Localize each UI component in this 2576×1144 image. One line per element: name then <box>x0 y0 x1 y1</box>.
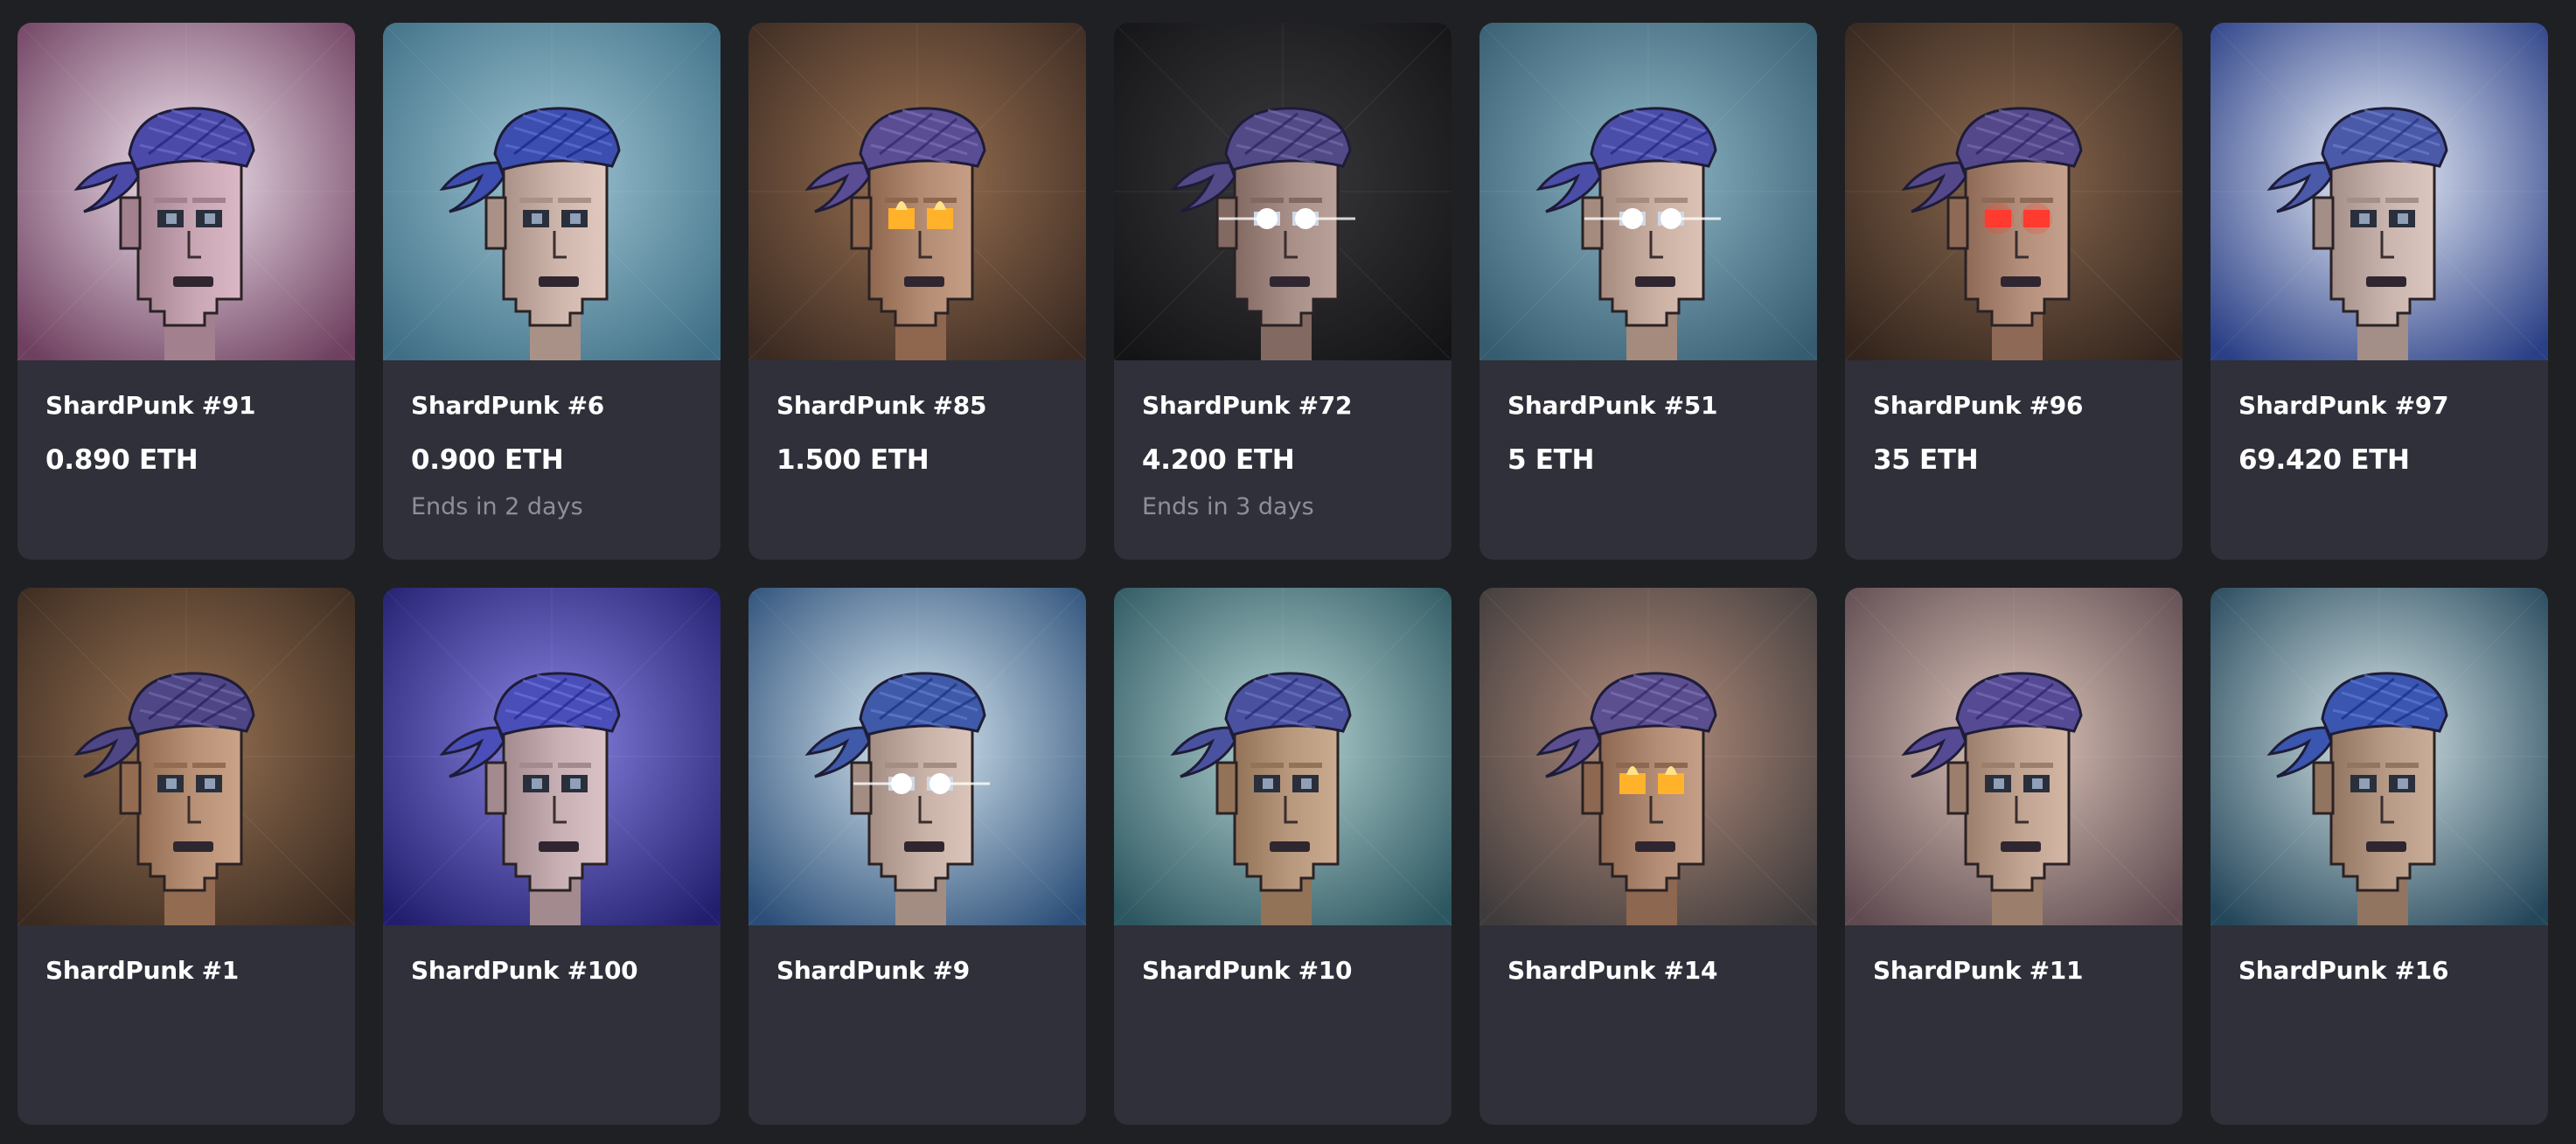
nft-name: ShardPunk #11 <box>1873 956 2084 985</box>
nft-card[interactable]: ShardPunk #51 5 ETH <box>1479 23 1817 560</box>
auction-ends: Ends in 2 days <box>411 493 583 520</box>
nft-card[interactable]: ShardPunk #6 0.900 ETH Ends in 2 days <box>383 23 721 560</box>
nft-price: 0.890 ETH <box>45 444 198 476</box>
nft-card[interactable]: ShardPunk #14 <box>1479 588 1817 1125</box>
nft-card[interactable]: ShardPunk #11 <box>1845 588 2183 1125</box>
nft-price: 4.200 ETH <box>1142 444 1295 476</box>
nft-image <box>1479 588 1817 925</box>
nft-name: ShardPunk #10 <box>1142 956 1353 985</box>
nft-card[interactable]: ShardPunk #16 <box>2210 588 2548 1125</box>
nft-price: 69.420 ETH <box>2238 444 2410 476</box>
nft-image <box>748 23 1086 360</box>
nft-name: ShardPunk #14 <box>1507 956 1718 985</box>
nft-price: 0.900 ETH <box>411 444 564 476</box>
nft-image <box>17 588 355 925</box>
nft-image <box>1845 588 2183 925</box>
nft-name: ShardPunk #9 <box>776 956 970 985</box>
nft-price: 35 ETH <box>1873 444 1979 476</box>
nft-image <box>748 588 1086 925</box>
nft-image <box>383 588 721 925</box>
nft-card[interactable]: ShardPunk #10 <box>1114 588 1452 1125</box>
nft-name: ShardPunk #1 <box>45 956 239 985</box>
nft-grid: ShardPunk #91 0.890 ETH ShardPunk #6 0.9… <box>17 23 2548 1125</box>
nft-image <box>2210 23 2548 360</box>
nft-image <box>1479 23 1817 360</box>
nft-card[interactable]: ShardPunk #91 0.890 ETH <box>17 23 355 560</box>
nft-name: ShardPunk #6 <box>411 391 604 420</box>
nft-image <box>1114 588 1452 925</box>
nft-image <box>383 23 721 360</box>
nft-image <box>17 23 355 360</box>
nft-card[interactable]: ShardPunk #97 69.420 ETH <box>2210 23 2548 560</box>
nft-card[interactable]: ShardPunk #100 <box>383 588 721 1125</box>
auction-ends: Ends in 3 days <box>1142 493 1314 520</box>
nft-price: 5 ETH <box>1507 444 1595 476</box>
nft-name: ShardPunk #16 <box>2238 956 2449 985</box>
nft-card[interactable]: ShardPunk #85 1.500 ETH <box>748 23 1086 560</box>
nft-price: 1.500 ETH <box>776 444 929 476</box>
nft-card[interactable]: ShardPunk #96 35 ETH <box>1845 23 2183 560</box>
nft-name: ShardPunk #51 <box>1507 391 1718 420</box>
nft-image <box>1114 23 1452 360</box>
nft-name: ShardPunk #100 <box>411 956 638 985</box>
nft-name: ShardPunk #91 <box>45 391 256 420</box>
nft-card[interactable]: ShardPunk #72 4.200 ETH Ends in 3 days <box>1114 23 1452 560</box>
nft-name: ShardPunk #96 <box>1873 391 2084 420</box>
nft-name: ShardPunk #97 <box>2238 391 2449 420</box>
nft-card[interactable]: ShardPunk #1 <box>17 588 355 1125</box>
nft-card[interactable]: ShardPunk #9 <box>748 588 1086 1125</box>
nft-name: ShardPunk #85 <box>776 391 987 420</box>
nft-name: ShardPunk #72 <box>1142 391 1353 420</box>
nft-image <box>2210 588 2548 925</box>
nft-image <box>1845 23 2183 360</box>
